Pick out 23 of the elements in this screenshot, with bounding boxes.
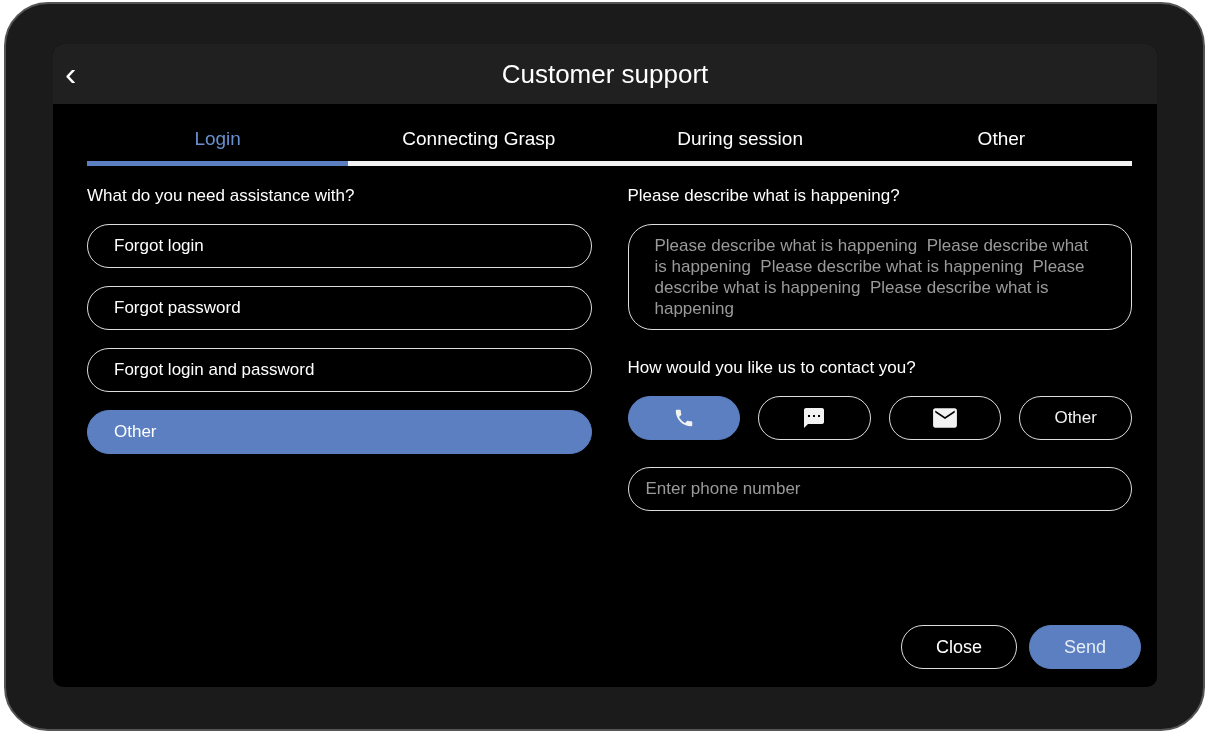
mail-option-button[interactable]	[888, 396, 1002, 440]
close-button[interactable]: Close	[901, 625, 1017, 669]
tab[interactable]: During session	[609, 118, 871, 166]
send-button[interactable]: Send	[1029, 625, 1141, 669]
option-button[interactable]: Forgot password	[87, 286, 592, 330]
option-button[interactable]: Forgot login	[87, 224, 592, 268]
phone-option-button[interactable]	[627, 396, 741, 440]
chat-option-button[interactable]	[758, 396, 871, 440]
description-field[interactable]: Please describe what is happening Please describe what is happening Please describe what is happening Please describe what is happening Please describe what is happening	[627, 224, 1132, 330]
back-button[interactable]: ‹	[61, 56, 81, 90]
chat-icon	[802, 406, 827, 430]
tab[interactable]: Connecting Grasp	[348, 118, 610, 166]
screen-title: Customer support	[501, 58, 709, 90]
question-label: How would you like us to contact you?	[627, 358, 917, 378]
tab[interactable]: Login	[87, 118, 349, 166]
mail-icon	[932, 407, 959, 429]
contact-option-button[interactable]: Other	[1019, 396, 1132, 440]
question-label: Please describe what is happening?	[627, 186, 901, 206]
option-button[interactable]: Forgot login and password	[87, 348, 592, 392]
phone-number-field[interactable]: Enter phone number	[627, 467, 1132, 511]
option-button[interactable]: Other	[87, 410, 592, 454]
tab[interactable]: Other	[870, 118, 1132, 166]
question-label: What do you need assistance with?	[87, 186, 356, 206]
